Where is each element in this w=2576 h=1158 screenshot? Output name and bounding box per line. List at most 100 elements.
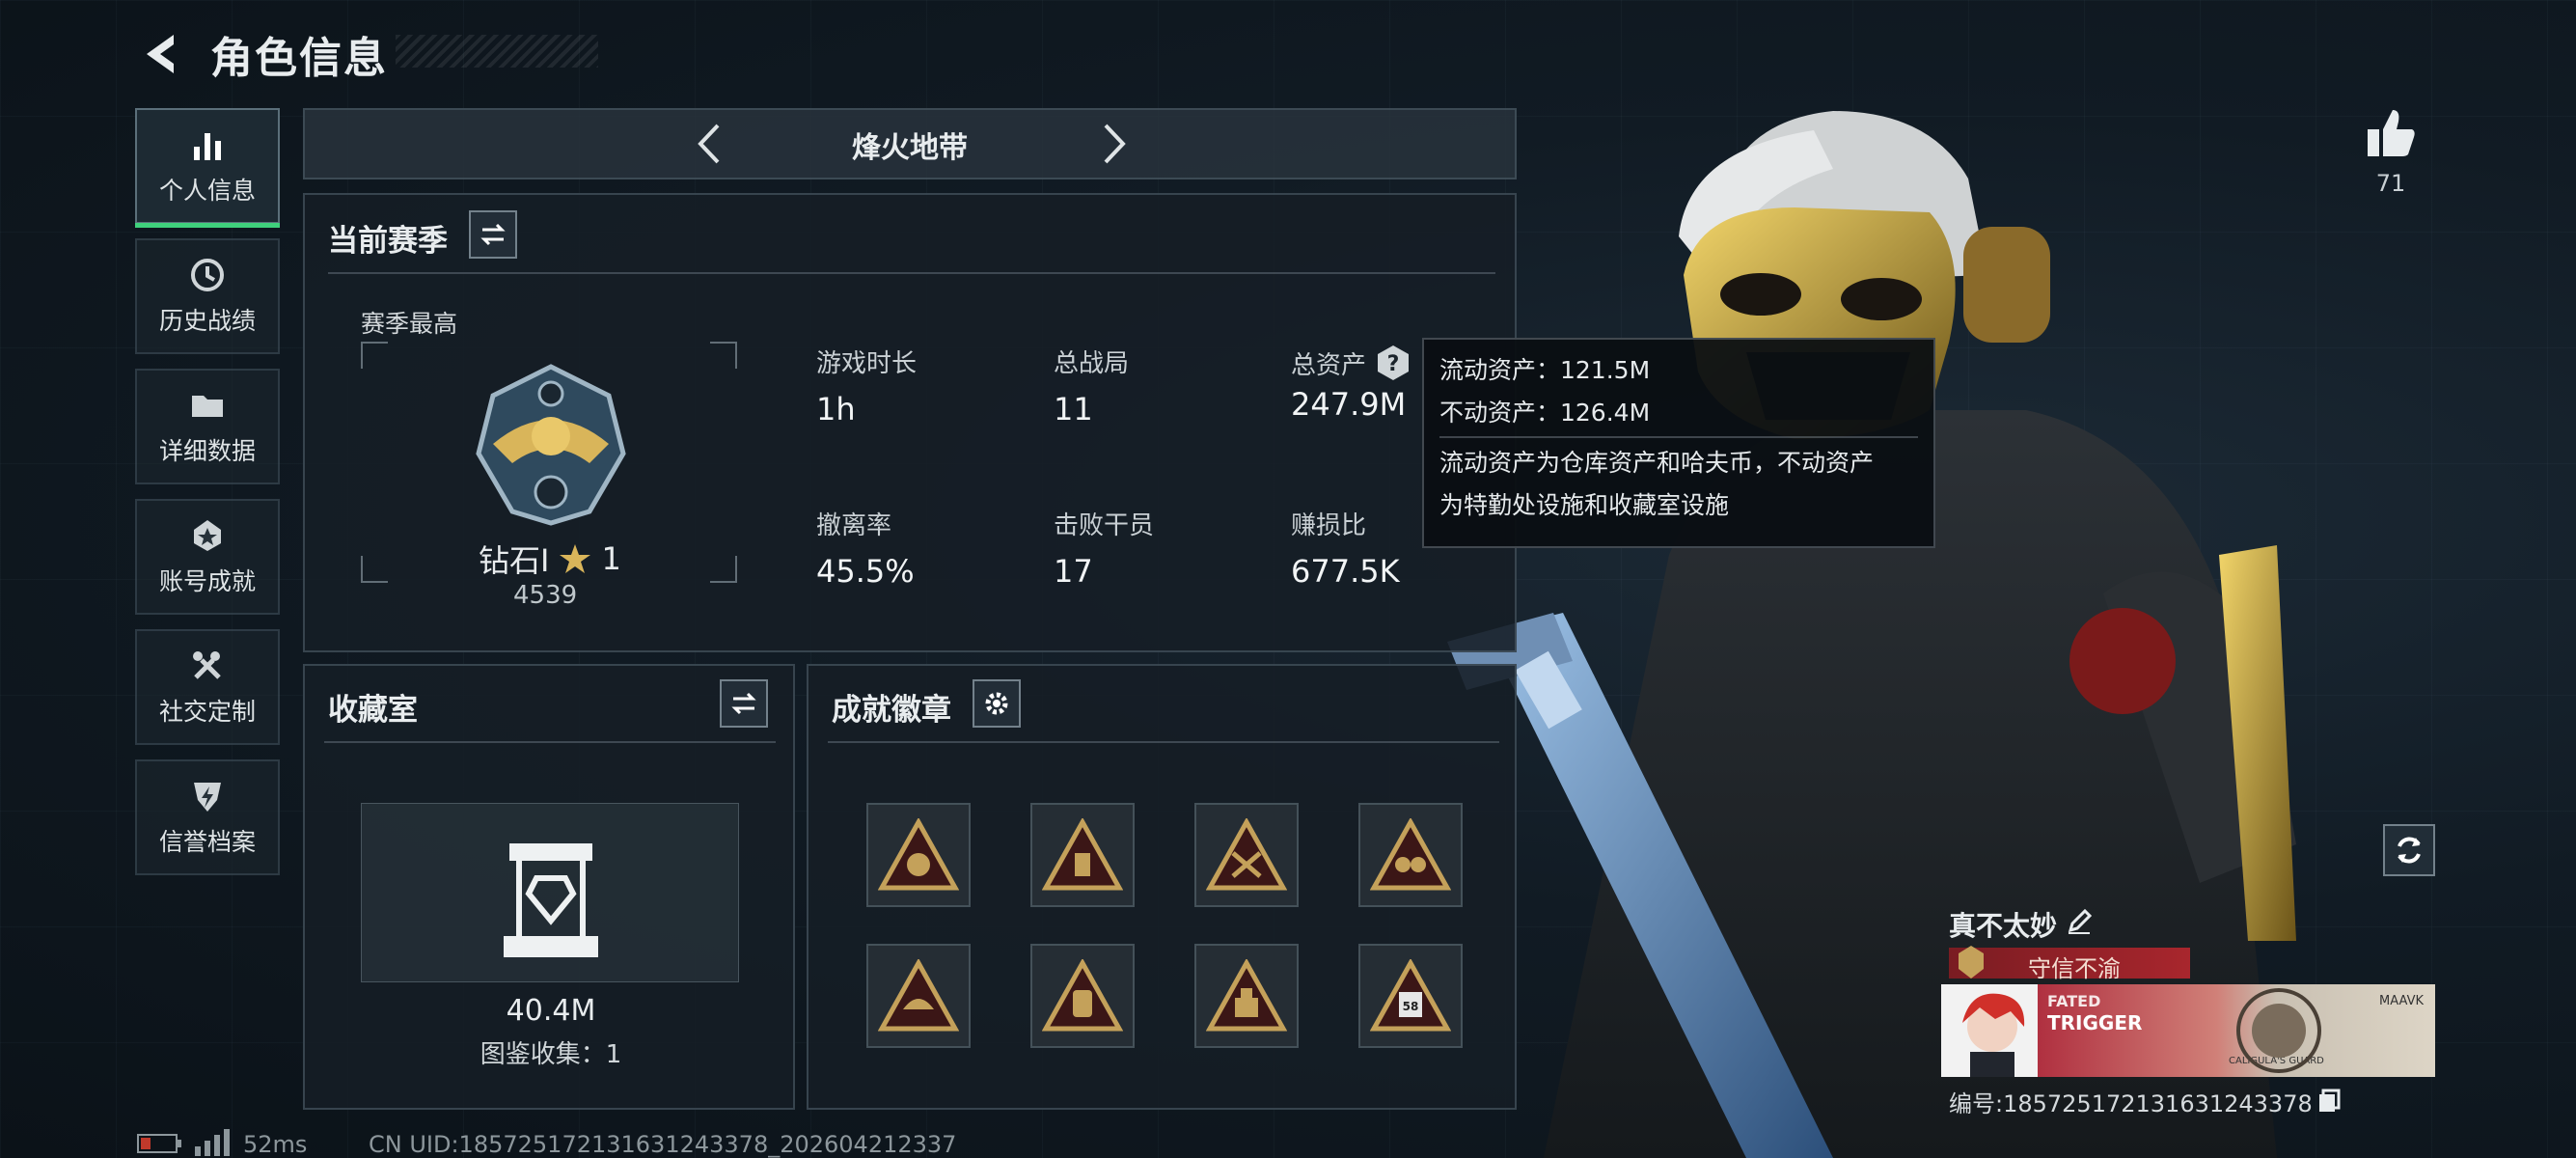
star-icon (560, 544, 591, 573)
rank-name: 钻石Ⅰ (479, 542, 550, 579)
like-count: 71 (2375, 170, 2406, 197)
banner-emblem (2236, 988, 2321, 1073)
swap-icon (480, 223, 506, 246)
sidebar-item-label: 信誉档案 (158, 828, 256, 856)
battery-icon (137, 1134, 181, 1153)
stat-label: 总战局 (1054, 349, 1130, 378)
rank-emblem-icon (476, 364, 626, 526)
achievement-badge[interactable] (866, 944, 971, 1048)
collection-value: 40.4M (506, 994, 596, 1028)
stat-total-assets: 总资产 ? 247.9M (1291, 344, 1412, 423)
sidebar-item-history[interactable]: 历史战绩 (135, 238, 280, 354)
sidebar-item-detail-data[interactable]: 详细数据 (135, 369, 280, 484)
gear-icon (985, 692, 1008, 715)
player-name: 真不太妙 (1949, 910, 2058, 942)
achievement-badge[interactable] (1194, 944, 1299, 1048)
season-best-label: 赛季最高 (361, 310, 458, 338)
title-badge: 守信不渝 (1949, 946, 2190, 982)
back-arrow-icon[interactable] (135, 27, 189, 81)
profile-banner: FATED TRIGGER MAAVK CALIGULA'S GUARD (2038, 984, 2435, 1077)
stat-operators-defeated: 击败干员 17 (1054, 506, 1154, 590)
season-title: 当前赛季 (328, 224, 448, 259)
stat-value: 247.9M (1291, 386, 1407, 423)
sidebar-item-achievements[interactable]: 账号成就 (135, 499, 280, 615)
chevron-right-icon[interactable] (1088, 120, 1137, 168)
triangle-badge-icon (878, 959, 959, 1032)
edit-pencil-icon[interactable] (2065, 907, 2094, 936)
season-switch-button[interactable] (469, 210, 517, 259)
stat-play-time: 游戏时长 1h (816, 344, 917, 427)
uid-text: CN UID:18572517213163124337​8_2026042123… (369, 1131, 957, 1158)
sidebar-item-credit-record[interactable]: 信誉档案 (135, 759, 280, 875)
triangle-badge-icon: 58 (1370, 959, 1451, 1032)
svg-text:?: ? (1387, 352, 1400, 376)
stat-value: 1h (816, 391, 856, 427)
signal-icon (195, 1129, 230, 1156)
achievement-badge[interactable] (1194, 803, 1299, 907)
rank-score: 4539 (513, 581, 578, 610)
sidebar-item-label: 历史战绩 (158, 307, 256, 335)
display-case-icon (504, 843, 598, 957)
stat-label: 撤离率 (816, 511, 892, 540)
sidebar-item-personal-info[interactable]: 个人信息 (135, 108, 280, 228)
stat-label: 总资产 (1291, 350, 1367, 380)
achievement-badge-icon (194, 520, 221, 551)
mode-selector: 烽火地带 (303, 108, 1517, 179)
collection-panel: 收藏室 40.4M 图鉴收集：1 (303, 664, 795, 1110)
triangle-badge-icon (1206, 959, 1287, 1032)
tools-icon (193, 651, 221, 679)
stat-total-matches: 总战局 11 (1054, 344, 1129, 427)
refresh-icon (2398, 837, 2421, 864)
thumbs-up-icon[interactable] (2364, 106, 2418, 160)
stat-label: 游戏时长 (816, 349, 918, 378)
copy-icon[interactable] (2316, 1087, 2343, 1114)
stat-value: 677.5K (1291, 553, 1400, 590)
badges-panel: 成就徽章 58 (807, 664, 1517, 1110)
collection-catalog: 图鉴收集：1 (480, 1040, 622, 1069)
triangle-badge-icon (878, 818, 959, 891)
sidebar-item-label: 账号成就 (158, 567, 256, 595)
folder-icon (192, 396, 223, 417)
sidebar-item-social-custom[interactable]: 社交定制 (135, 629, 280, 745)
tooltip-description-line-1: 流动资产为仓库资产和哈夫币，不动资产 (1439, 449, 1875, 477)
help-icon[interactable]: ? (1374, 344, 1412, 382)
medal-icon (1959, 946, 1984, 979)
triangle-badge-icon (1370, 818, 1451, 891)
stat-value: 11 (1054, 391, 1093, 427)
divider (1439, 436, 1918, 438)
tooltip-fixed-assets: 不动资产：126.4M (1439, 399, 1651, 427)
achievement-badge[interactable] (1030, 944, 1135, 1048)
stat-value: 45.5% (816, 553, 915, 590)
triangle-badge-icon (1042, 818, 1123, 891)
divider (328, 272, 1495, 274)
achievement-badge[interactable] (1358, 803, 1463, 907)
rank-stars: 1 (601, 540, 621, 577)
collection-switch-button[interactable] (720, 679, 768, 728)
stat-profit-loss: 赚损比 677.5K (1291, 506, 1400, 590)
badges-settings-button[interactable] (973, 679, 1021, 728)
title-badge-text: 守信不渝 (2028, 955, 2121, 982)
svg-text:58: 58 (1403, 1000, 1419, 1013)
avatar[interactable] (1941, 984, 2043, 1077)
collection-title: 收藏室 (328, 693, 418, 728)
history-clock-icon (191, 259, 224, 291)
shield-lightning-icon (194, 783, 221, 812)
stat-label: 击败干员 (1054, 511, 1155, 540)
tooltip-description-line-2: 为特勤处设施和收藏室设施 (1439, 491, 1730, 519)
header-decoration (396, 35, 598, 68)
achievement-badge[interactable]: 58 (1358, 944, 1463, 1048)
sidebar-item-label: 详细数据 (158, 437, 256, 465)
achievement-badge[interactable] (1030, 803, 1135, 907)
achievement-badge[interactable] (866, 803, 971, 907)
sidebar-item-label: 个人信息 (158, 177, 256, 205)
stat-label: 赚损比 (1291, 511, 1367, 540)
mode-name: 烽火地带 (852, 131, 968, 165)
triangle-badge-icon (1042, 959, 1123, 1032)
rank-line: 钻石Ⅰ 1 (479, 537, 691, 581)
badge-grid: 58 (866, 803, 1463, 1048)
refresh-button[interactable] (2383, 824, 2435, 876)
tooltip-liquid-assets: 流动资产：121.5M (1439, 356, 1651, 384)
divider (828, 741, 1499, 743)
avatar-image (1962, 993, 2025, 1077)
page-title: 角色信息 (210, 34, 388, 83)
